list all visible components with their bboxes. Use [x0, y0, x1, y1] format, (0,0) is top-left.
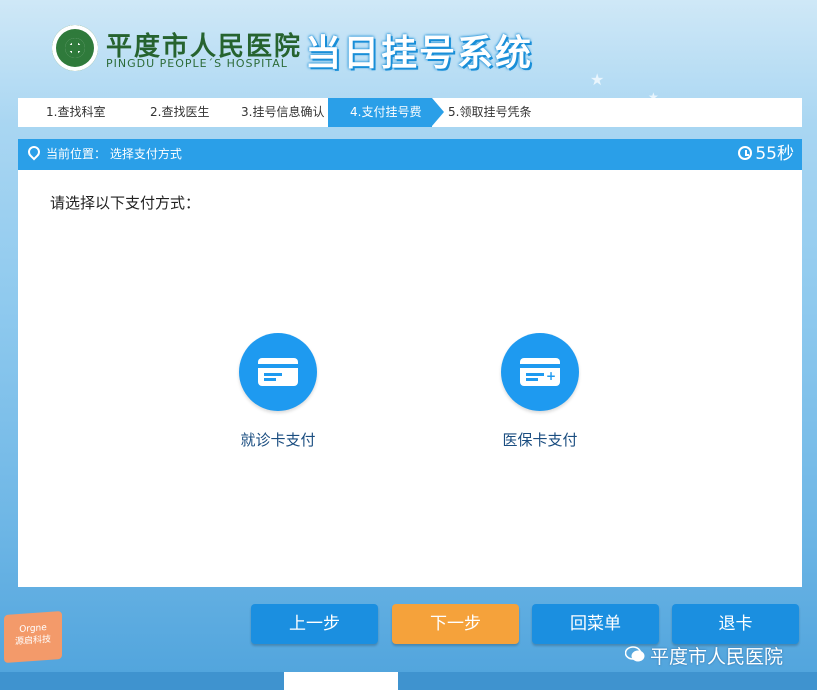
countdown-timer: 55秒	[755, 144, 794, 164]
medical-card-pay-label: 就诊卡支付	[240, 431, 316, 449]
wechat-icon	[625, 646, 645, 662]
alarm-clock-icon	[738, 146, 752, 160]
prev-step-button[interactable]: 上一步	[251, 604, 378, 644]
wechat-watermark: 平度市人民医院	[650, 646, 784, 668]
medical-card-pay-button[interactable]: 就诊卡支付	[218, 333, 338, 450]
header: 平度市人民医院 PINGDU PEOPLE´S HOSPITAL 当日挂号系统 …	[0, 0, 817, 104]
insurance-card-pay-label: 医保卡支付	[502, 431, 578, 449]
hospital-logo-icon	[52, 25, 98, 71]
step-2: 2.查找医生	[150, 105, 210, 119]
card-icon	[239, 333, 317, 411]
step-1: 1.查找科室	[46, 105, 106, 119]
hospital-name-en: PINGDU PEOPLE´S HOSPITAL	[106, 57, 288, 70]
brand-line2: 源启科技	[14, 634, 51, 648]
brand-logo: Orgne 源启科技	[4, 610, 62, 664]
payment-prompt: 请选择以下支付方式：	[50, 194, 201, 212]
back-to-menu-button[interactable]: 回菜单	[532, 604, 659, 644]
location-bar: 当前位置： 选择支付方式 55秒	[18, 139, 802, 170]
eject-card-button[interactable]: 退卡	[672, 604, 799, 644]
payment-panel: 请选择以下支付方式： 就诊卡支付 + 医保卡支付	[18, 170, 802, 587]
star-icon: ★	[590, 70, 605, 89]
footer-strip	[0, 672, 817, 690]
step-4-active: 4.支付挂号费	[328, 98, 444, 127]
location-pin-icon	[25, 143, 43, 161]
current-location: 当前位置： 选择支付方式	[46, 147, 182, 161]
card-plus-icon: +	[501, 333, 579, 411]
step-5: 5.领取挂号凭条	[448, 105, 532, 119]
step-progress-bar: 1.查找科室 2.查找医生 3.挂号信息确认 4.支付挂号费 5.领取挂号凭条	[18, 98, 802, 127]
system-title: 当日挂号系统	[305, 33, 534, 74]
step-3: 3.挂号信息确认	[241, 105, 325, 119]
next-step-button[interactable]: 下一步	[392, 604, 519, 644]
insurance-card-pay-button[interactable]: + 医保卡支付	[480, 333, 600, 450]
